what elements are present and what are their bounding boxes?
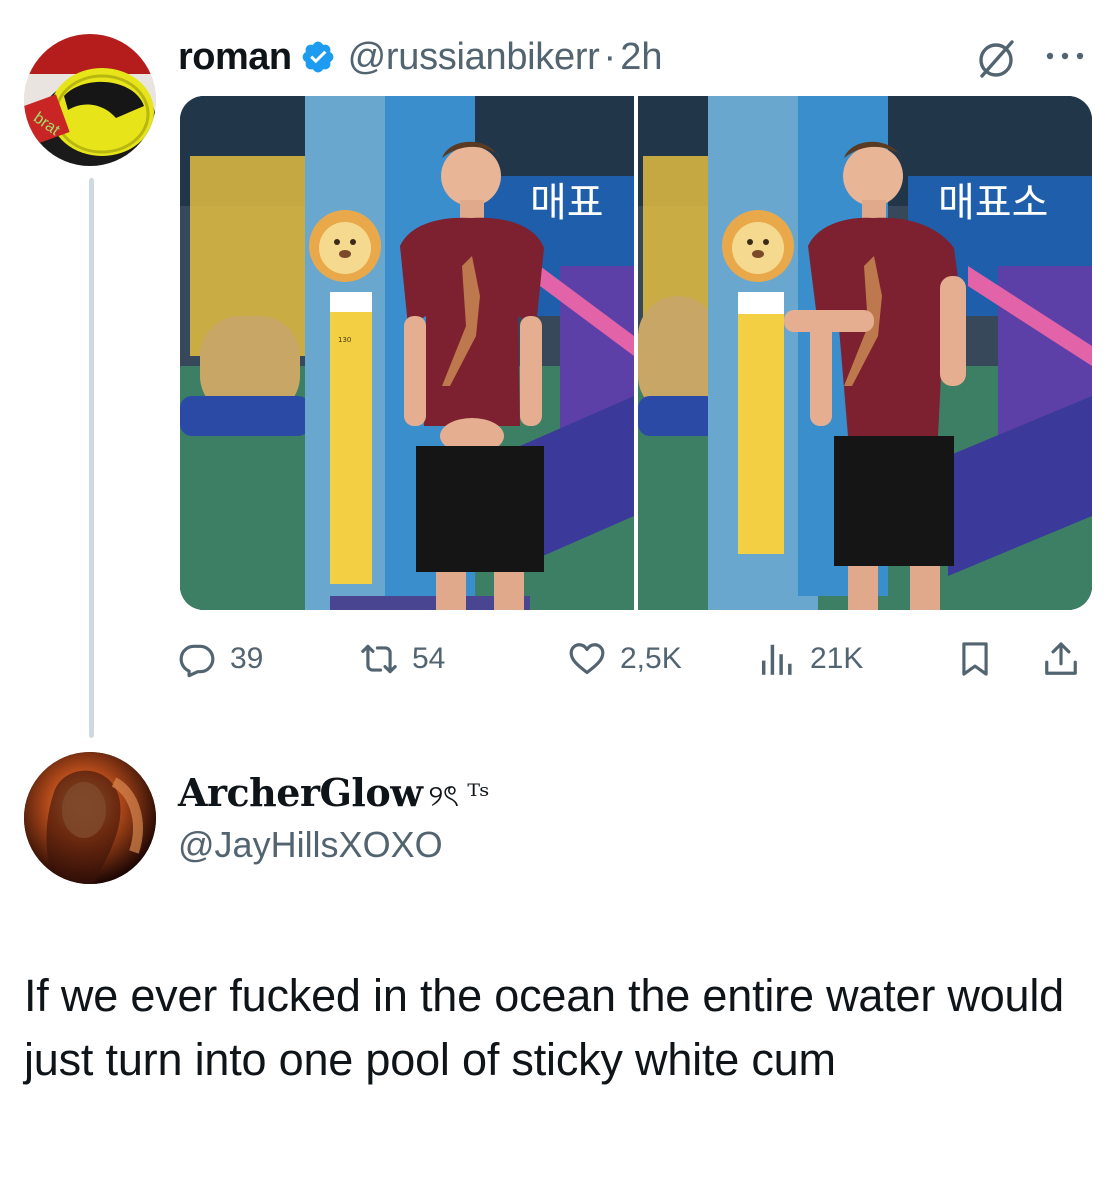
author-avatar[interactable]: brat xyxy=(24,34,156,166)
reply-handle[interactable]: @JayHillsXOXO xyxy=(178,824,443,866)
bookmark-icon xyxy=(962,642,988,676)
svg-text:매표소: 매표소 xyxy=(938,180,1048,226)
reply-icon xyxy=(179,644,215,678)
author-display-name[interactable]: roman xyxy=(178,36,292,79)
tweet-action-bar: 39 54 2,5K 21K xyxy=(178,634,1098,684)
like-count: 2,5K xyxy=(620,642,682,675)
more-icon[interactable] xyxy=(1040,40,1090,70)
bookmark-button[interactable] xyxy=(956,634,994,684)
reply-count: 39 xyxy=(230,642,264,675)
thread-connector-line xyxy=(89,178,94,738)
name-decoration: ୨ৎ ᵀˢ xyxy=(428,779,490,814)
like-button[interactable]: 2,5K xyxy=(568,634,682,684)
photo-man-height-chart-1-icon: 매표 130 xyxy=(180,96,634,610)
repost-button[interactable]: 54 xyxy=(360,634,445,684)
profile-photo-icon xyxy=(24,752,156,884)
heart-icon xyxy=(569,643,605,675)
tweet-photo-2[interactable]: 매표소 xyxy=(638,96,1092,610)
share-button[interactable] xyxy=(1042,634,1080,684)
repost-count: 54 xyxy=(412,642,446,675)
yellow-helmet-avatar-icon: brat xyxy=(24,34,156,166)
tweet-header: roman @russianbikerr · 2h xyxy=(178,32,662,82)
photo-man-height-chart-2-icon: 매표소 xyxy=(638,96,1092,610)
share-icon xyxy=(1045,642,1077,675)
reply-display-name[interactable]: ArcherGlow ୨ৎ ᵀˢ xyxy=(178,770,490,823)
separator-dot: · xyxy=(603,35,617,78)
grok-icon[interactable] xyxy=(974,36,1020,82)
reply-display-name-text: ArcherGlow xyxy=(178,770,423,815)
reply-button[interactable]: 39 xyxy=(178,634,263,684)
reply-text: If we ever fucked in the ocean the entir… xyxy=(24,970,1065,1085)
svg-text:매표: 매표 xyxy=(530,180,604,226)
svg-text:130: 130 xyxy=(338,336,351,344)
views-button[interactable]: 21K xyxy=(758,634,863,684)
tweet-photo-1[interactable]: 매표 130 xyxy=(180,96,634,610)
reply-author-avatar[interactable] xyxy=(24,752,156,884)
tweet-media-grid[interactable]: 매표 130 매표소 xyxy=(180,96,1092,610)
views-icon xyxy=(761,644,792,675)
views-count: 21K xyxy=(810,642,864,675)
verified-badge-icon xyxy=(302,41,334,73)
author-handle[interactable]: @russianbikerr xyxy=(348,36,600,79)
repost-icon xyxy=(361,644,397,674)
tweet-timestamp[interactable]: 2h xyxy=(620,36,662,79)
